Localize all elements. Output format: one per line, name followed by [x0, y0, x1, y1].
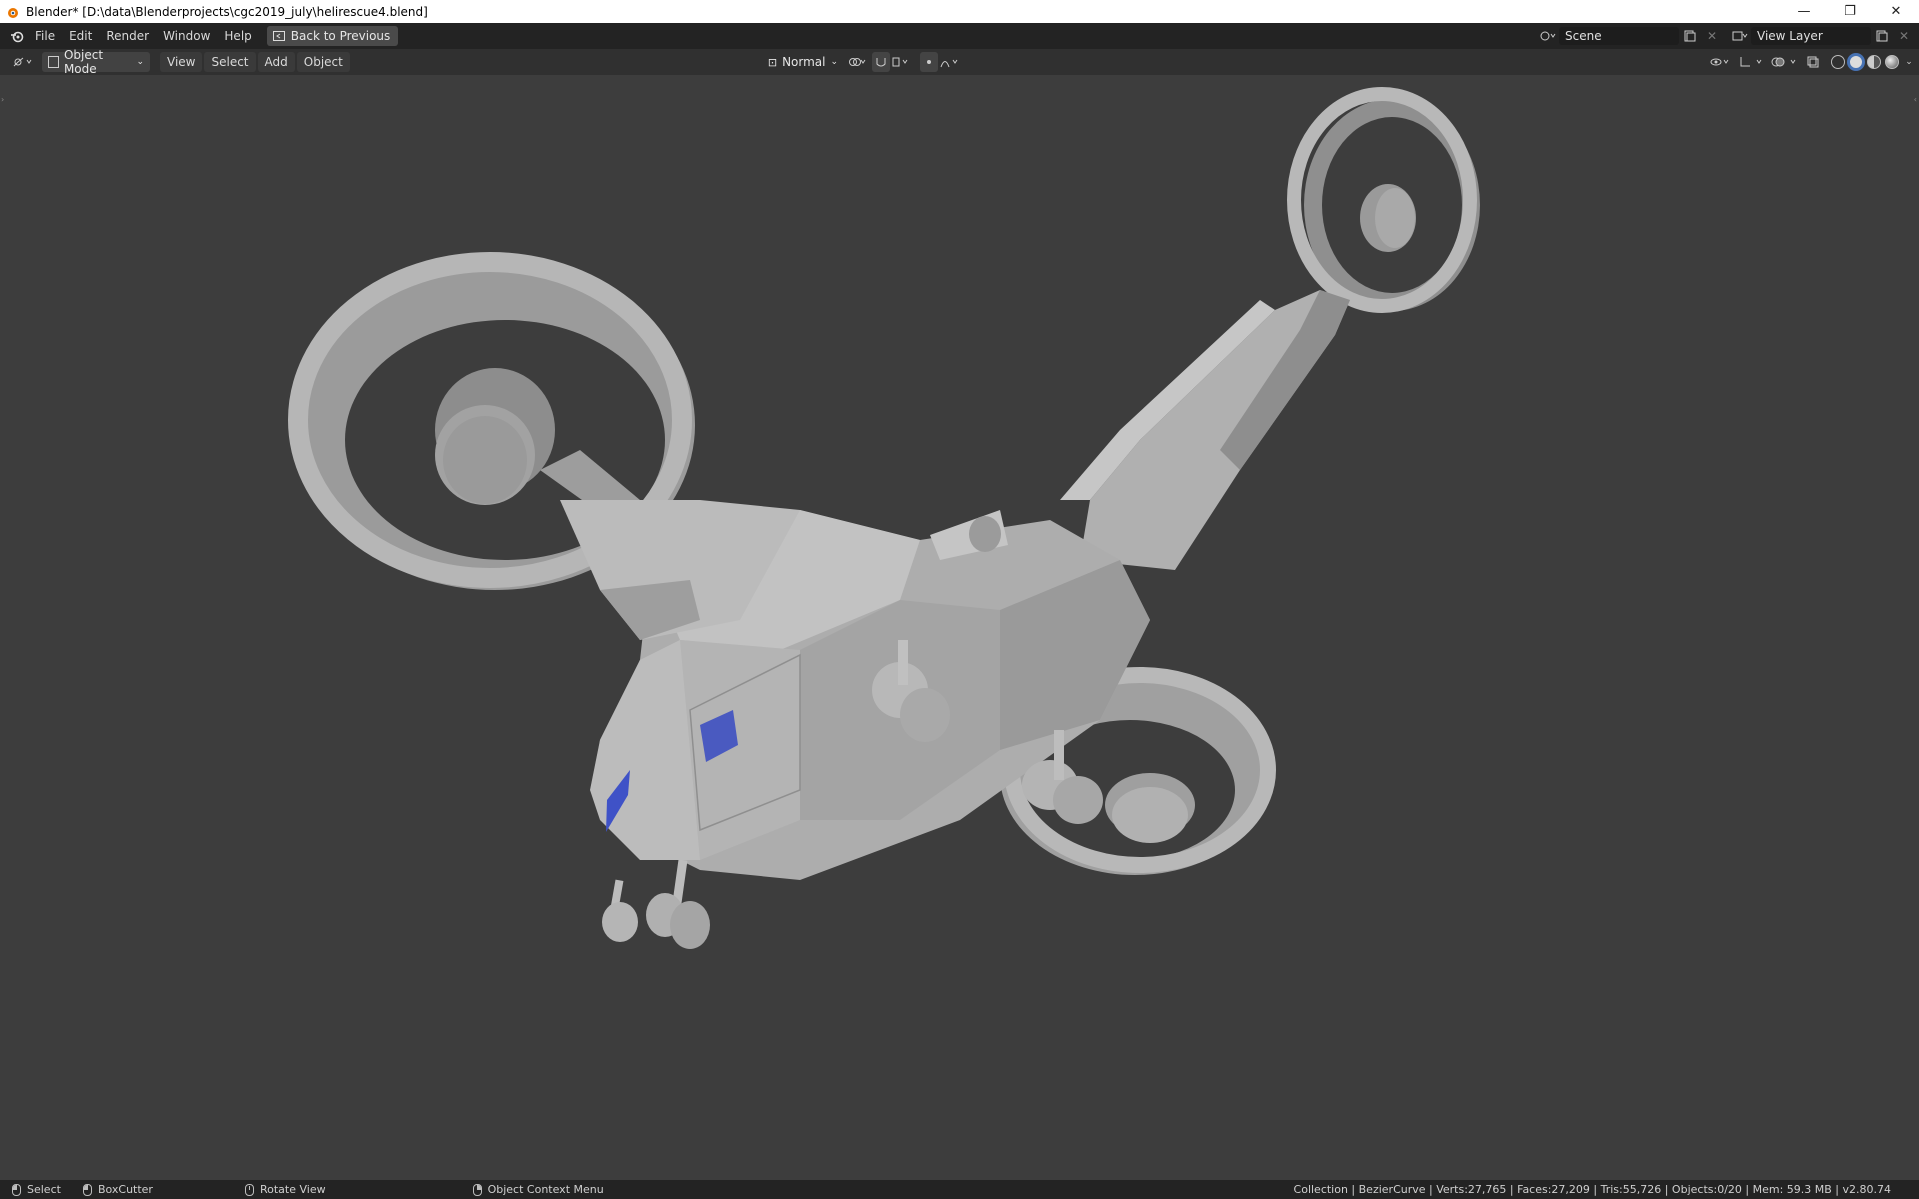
menu-window[interactable]: Window	[156, 26, 217, 46]
view-layer-field[interactable]: View Layer	[1751, 27, 1871, 45]
status-rotate: Rotate View	[244, 1183, 326, 1196]
overlay-icon[interactable]	[1769, 52, 1803, 72]
close-window-button[interactable]: ✕	[1873, 0, 1919, 23]
delete-view-layer-icon[interactable]: ✕	[1893, 26, 1915, 46]
new-view-layer-icon[interactable]	[1871, 26, 1893, 46]
back-icon	[272, 31, 285, 41]
view-layer-selector-icon[interactable]	[1729, 26, 1751, 46]
transform-orientation-dropdown[interactable]: ⊡ Normal ⌄	[762, 52, 844, 72]
status-context-menu-label: Object Context Menu	[487, 1183, 604, 1196]
orientation-label: Normal	[782, 55, 826, 69]
status-rotate-label: Rotate View	[259, 1183, 326, 1196]
snap-icon[interactable]	[872, 52, 891, 72]
helicopter-model	[288, 87, 1480, 949]
top-menu-bar: File Edit Render Window Help Back to Pre…	[0, 23, 1919, 49]
left-mouse-icon	[12, 1183, 21, 1196]
scene-name-field[interactable]: Scene	[1559, 27, 1679, 45]
object-mode-dropdown[interactable]: Object Mode ⌄	[42, 48, 150, 76]
tail-rotor-ring	[1287, 87, 1480, 313]
object-mode-label: Object Mode	[63, 48, 104, 76]
rendered-shading-icon[interactable]	[1885, 55, 1899, 69]
status-select-label: Select	[27, 1183, 61, 1196]
solid-shading-icon[interactable]	[1849, 55, 1863, 69]
new-scene-icon[interactable]	[1679, 26, 1701, 46]
menu-edit[interactable]: Edit	[62, 26, 99, 46]
scene-selector-icon[interactable]	[1537, 26, 1559, 46]
drag-mouse-icon	[82, 1183, 92, 1196]
chevron-down-icon: ⌄	[830, 57, 839, 67]
visibility-icon[interactable]	[1707, 52, 1735, 72]
viewport-header: Object Mode ⌄ View Select Add Object ⊡ N…	[0, 48, 1919, 76]
gizmo-icon[interactable]	[1735, 52, 1769, 72]
status-boxcutter: BoxCutter	[82, 1183, 153, 1196]
status-bar: Select BoxCutter Rotate View Object Cont…	[0, 1180, 1919, 1199]
wireframe-shading-icon[interactable]	[1831, 55, 1845, 69]
scene-statistics: Collection | BezierCurve | Verts:27,765 …	[1293, 1183, 1891, 1196]
orientation-icon: ⊡	[767, 55, 778, 69]
minimize-button[interactable]: —	[1781, 0, 1827, 23]
blender-menu-icon[interactable]	[6, 26, 28, 46]
delete-scene-icon[interactable]: ✕	[1701, 26, 1723, 46]
chevron-down-icon: ⌄	[136, 57, 144, 67]
header-menu-select[interactable]: Select	[204, 52, 256, 72]
falloff-icon[interactable]	[938, 52, 964, 72]
back-to-previous-button[interactable]: Back to Previous	[266, 26, 399, 46]
3d-viewport[interactable]: › ‹	[0, 75, 1919, 1180]
restore-button[interactable]: ❐	[1827, 0, 1873, 23]
window-title: Blender* [D:\data\Blenderprojects\cgc201…	[26, 4, 428, 19]
menu-help[interactable]: Help	[217, 26, 258, 46]
middle-mouse-icon	[244, 1183, 254, 1196]
shading-options-chevron-icon[interactable]: ⌄	[1901, 52, 1917, 72]
menu-file[interactable]: File	[28, 26, 62, 46]
landing-gear	[602, 859, 710, 949]
status-select: Select	[12, 1183, 61, 1196]
blender-logo-icon	[4, 4, 20, 20]
editor-type-icon[interactable]	[8, 52, 38, 72]
status-boxcutter-label: BoxCutter	[97, 1183, 153, 1196]
header-menu-object[interactable]: Object	[296, 52, 350, 72]
snap-target-icon[interactable]	[890, 52, 914, 72]
menu-render[interactable]: Render	[99, 26, 156, 46]
status-context-menu: Object Context Menu	[472, 1183, 604, 1196]
pivot-icon[interactable]	[844, 52, 872, 72]
object-mode-icon	[48, 56, 59, 68]
header-menu-view[interactable]: View	[160, 52, 203, 72]
material-shading-icon[interactable]	[1867, 55, 1881, 69]
proportional-icon[interactable]	[920, 52, 939, 72]
xray-icon[interactable]	[1803, 52, 1823, 72]
back-to-previous-label: Back to Previous	[290, 29, 391, 43]
window-titlebar: Blender* [D:\data\Blenderprojects\cgc201…	[0, 0, 1919, 23]
right-mouse-icon	[472, 1183, 482, 1196]
header-menu-add[interactable]: Add	[257, 52, 295, 72]
